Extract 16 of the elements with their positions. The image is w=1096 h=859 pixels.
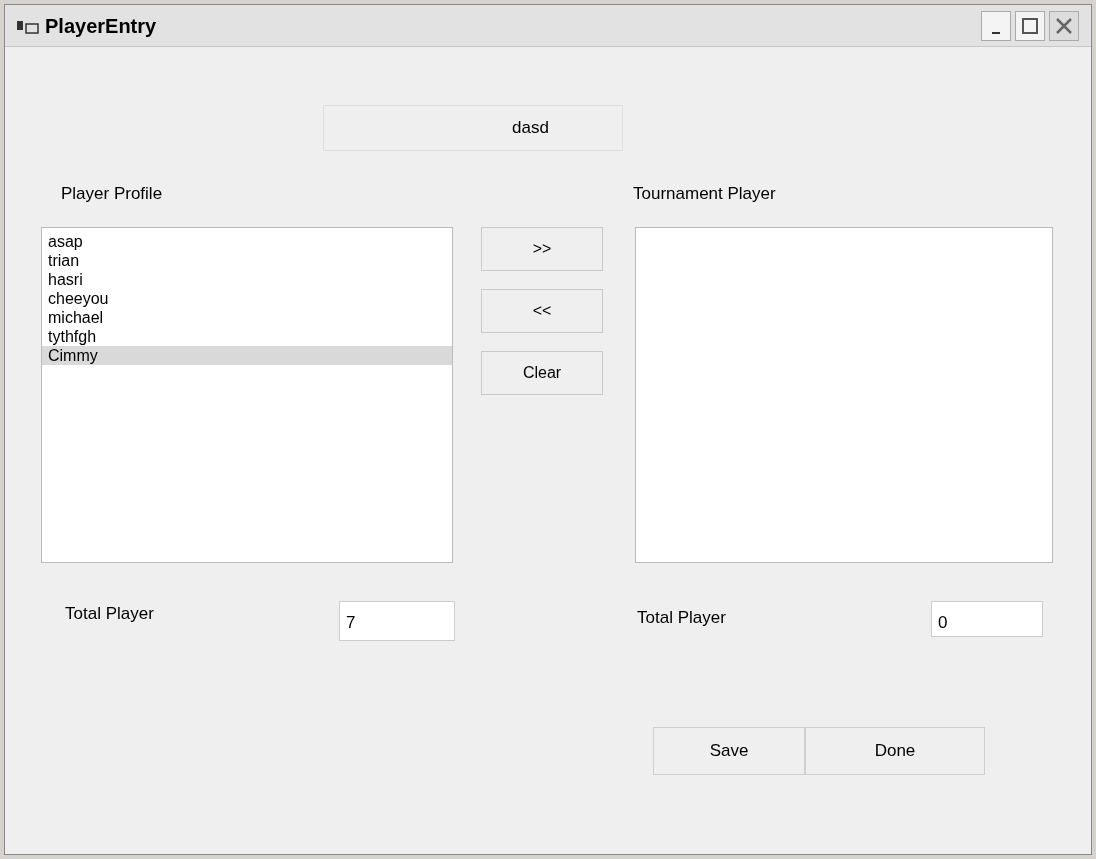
total-label: Total Player [65,602,155,625]
move-button[interactable]: Clear [481,350,603,395]
list-label: Player Profile [61,183,164,205]
total-field[interactable]: 7 [339,600,455,641]
total-label: Total Player [637,606,727,629]
move-button[interactable]: >> [481,226,603,271]
move-button[interactable]: << [481,288,603,333]
action-button[interactable]: Done [805,726,985,775]
close-icon [1054,15,1074,36]
window-title: PlayerEntry [45,13,157,39]
heading-label: dasd [323,105,623,151]
total-field[interactable]: 0 [931,600,1043,637]
list-label: Tournament Player [633,183,776,205]
close-button[interactable] [1049,10,1079,41]
maximize-button[interactable] [1015,10,1045,41]
action-button[interactable]: Save [653,726,805,775]
